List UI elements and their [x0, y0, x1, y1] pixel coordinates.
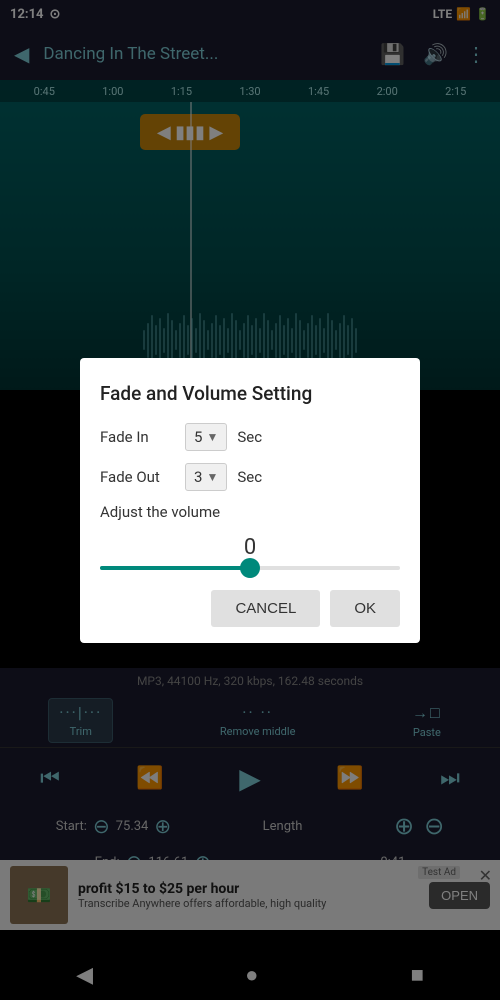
cancel-button[interactable]: CANCEL: [211, 590, 320, 627]
modal-overlay: Fade and Volume Setting Fade In 5 ▼ Sec …: [0, 0, 500, 1000]
fade-out-value: 3: [194, 468, 202, 486]
volume-slider-fill: [100, 566, 250, 570]
fade-out-label: Fade Out: [100, 468, 175, 486]
fade-in-row: Fade In 5 ▼ Sec: [100, 423, 400, 451]
fade-in-unit: Sec: [237, 428, 262, 446]
fade-in-select[interactable]: 5 ▼: [185, 423, 227, 451]
fade-in-arrow-icon: ▼: [206, 430, 218, 444]
modal-buttons: CANCEL OK: [100, 590, 400, 627]
fade-out-unit: Sec: [237, 468, 262, 486]
fade-volume-modal: Fade and Volume Setting Fade In 5 ▼ Sec …: [80, 358, 420, 643]
fade-in-value: 5: [194, 428, 202, 446]
adjust-volume-label: Adjust the volume: [100, 503, 400, 521]
volume-slider-thumb[interactable]: [240, 558, 260, 578]
ok-button[interactable]: OK: [330, 590, 400, 627]
fade-out-row: Fade Out 3 ▼ Sec: [100, 463, 400, 491]
volume-slider-track[interactable]: [100, 566, 400, 570]
fade-in-label: Fade In: [100, 428, 175, 446]
fade-out-select[interactable]: 3 ▼: [185, 463, 227, 491]
modal-title: Fade and Volume Setting: [100, 382, 400, 405]
volume-value: 0: [100, 535, 400, 560]
fade-out-arrow-icon: ▼: [206, 470, 218, 484]
